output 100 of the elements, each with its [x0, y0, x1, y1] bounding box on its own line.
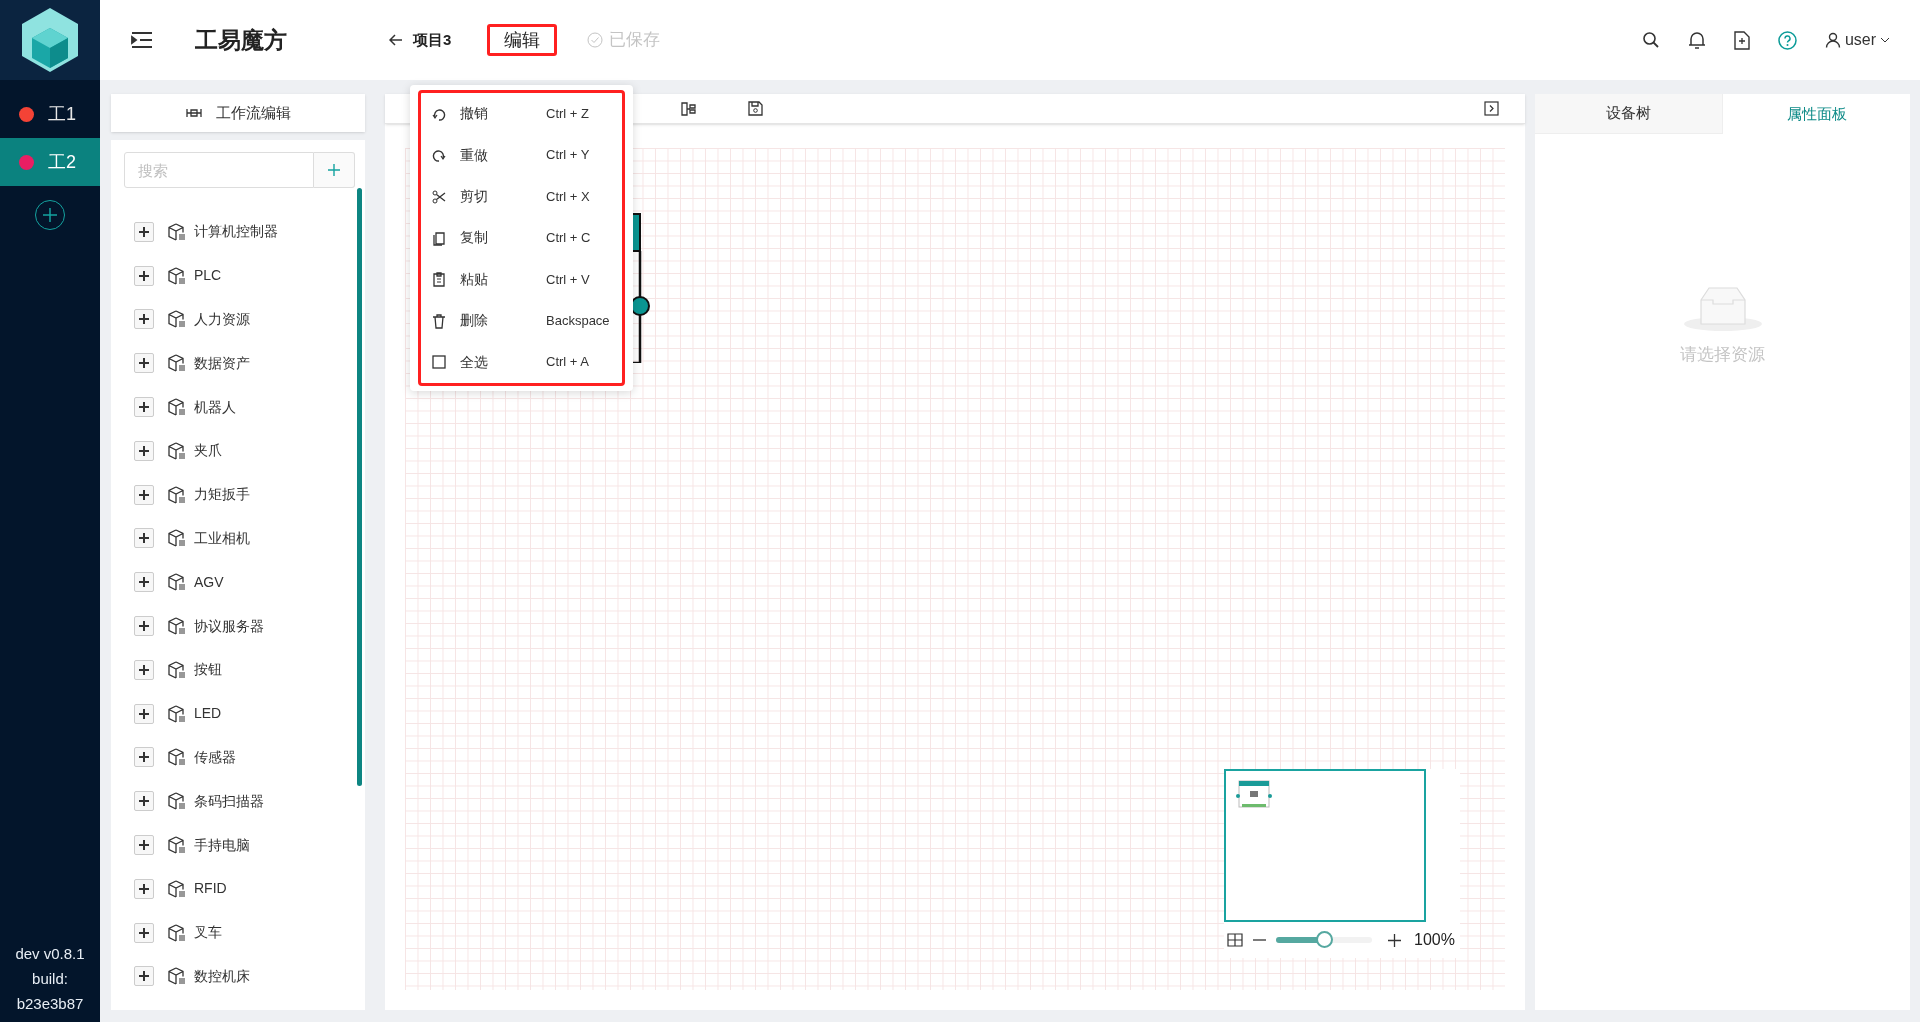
plus-icon — [138, 839, 150, 852]
expand-toggle[interactable] — [134, 353, 154, 374]
plus-icon — [138, 926, 150, 939]
panel-tab[interactable]: 设备树 — [1535, 94, 1723, 134]
expand-toggle[interactable] — [134, 747, 154, 768]
tree-item[interactable]: 数据资产 — [194, 352, 250, 374]
expand-toggle[interactable] — [134, 221, 154, 242]
plus-icon — [42, 207, 58, 223]
expand-toggle[interactable] — [134, 484, 154, 505]
tree-item[interactable]: 按钮 — [194, 659, 222, 681]
tree-item[interactable]: 手持电脑 — [194, 834, 250, 856]
search-icon[interactable] — [1641, 31, 1660, 49]
cube-icon — [168, 485, 186, 504]
cube-icon — [168, 660, 186, 679]
minimap[interactable] — [1224, 769, 1426, 922]
chevron-down-icon — [1880, 37, 1890, 43]
user-icon — [1824, 32, 1841, 48]
expand-toggle[interactable] — [134, 572, 154, 593]
plus-icon — [138, 663, 150, 676]
cube-icon — [168, 792, 186, 811]
cube-icon — [168, 266, 186, 285]
tree-item[interactable]: LED — [194, 703, 222, 725]
cube-icon — [168, 923, 186, 942]
zoom-in-icon[interactable] — [1388, 933, 1401, 947]
cube-icon — [168, 398, 186, 417]
plus-icon — [138, 401, 150, 414]
plus-icon — [138, 576, 150, 589]
tree-item[interactable]: 机器人 — [194, 396, 236, 418]
trash-icon — [431, 312, 447, 329]
menu-item[interactable]: 全选 Ctrl + A — [421, 344, 622, 381]
fit-screen-icon[interactable] — [1227, 933, 1243, 947]
tree-item[interactable]: 协议服务器 — [194, 615, 264, 637]
check-circle-icon — [587, 32, 604, 48]
tree-item[interactable]: 条码扫描器 — [194, 790, 264, 812]
tree-item[interactable]: 夹爪 — [194, 440, 222, 462]
plus-icon — [138, 225, 150, 238]
tree-item[interactable]: 传感器 — [194, 746, 236, 768]
menu-item[interactable]: 复制 Ctrl + C — [421, 219, 622, 256]
expand-toggle[interactable] — [134, 835, 154, 856]
zoom-slider-thumb[interactable] — [1316, 931, 1333, 948]
tree-item[interactable]: 叉车 — [194, 922, 222, 944]
workspace-tab[interactable]: 工2 — [0, 138, 100, 186]
checkbox-icon — [431, 354, 447, 371]
edit-menu-button[interactable]: 编辑 — [487, 24, 558, 56]
workflow-icon — [185, 108, 202, 118]
menu-item[interactable]: 粘贴 Ctrl + V — [421, 261, 622, 298]
scrollbar[interactable] — [357, 188, 362, 786]
expand-toggle[interactable] — [134, 265, 154, 286]
plus-icon — [138, 269, 150, 282]
menu-item[interactable]: 撤销 Ctrl + Z — [421, 95, 622, 132]
expand-toggle[interactable] — [134, 309, 154, 330]
app-title: 工易魔方 — [195, 25, 287, 55]
version-text: build: — [32, 969, 68, 989]
expand-toggle[interactable] — [134, 966, 154, 987]
cube-icon — [168, 441, 186, 460]
menu-icon[interactable] — [131, 31, 153, 49]
plus-icon — [138, 532, 150, 545]
expand-toggle[interactable] — [134, 528, 154, 549]
menu-item[interactable]: 重做 Ctrl + Y — [421, 137, 622, 174]
cube-icon — [168, 748, 186, 767]
expand-toggle[interactable] — [134, 878, 154, 899]
tree-item[interactable]: AGV — [194, 571, 224, 593]
document-icon[interactable] — [1733, 30, 1750, 50]
expand-toggle[interactable] — [134, 791, 154, 812]
expand-toggle[interactable] — [134, 703, 154, 724]
redo-icon — [431, 147, 447, 164]
back-link[interactable]: 项目3 — [389, 28, 452, 52]
expand-toggle[interactable] — [134, 440, 154, 461]
tree-item[interactable]: 人力资源 — [194, 309, 250, 330]
search-field[interactable]: 搜索 — [124, 152, 314, 188]
tree-item[interactable]: 计算机控制器 — [194, 221, 278, 243]
tree-item[interactable]: 力矩扳手 — [194, 484, 250, 506]
help-icon[interactable] — [1777, 30, 1797, 50]
workspace-tab[interactable]: 工1 — [0, 90, 100, 138]
plus-icon — [138, 357, 150, 370]
user-menu[interactable]: user — [1824, 28, 1890, 52]
expand-toggle[interactable] — [134, 659, 154, 680]
layout-icon[interactable] — [681, 102, 696, 116]
plus-icon — [138, 751, 150, 764]
expand-toggle[interactable] — [134, 616, 154, 637]
bell-icon[interactable] — [1687, 30, 1706, 50]
expand-toggle[interactable] — [134, 397, 154, 418]
expand-toggle[interactable] — [134, 922, 154, 943]
panel-toggle-icon[interactable] — [1484, 101, 1499, 116]
tree-item[interactable]: RFID — [194, 878, 227, 900]
plus-icon — [138, 620, 150, 633]
menu-item[interactable]: 剪切 Ctrl + X — [421, 178, 622, 215]
panel-title: 工作流编辑 — [215, 102, 291, 123]
cube-icon — [168, 354, 186, 373]
menu-item[interactable]: 删除 Backspace — [421, 302, 622, 339]
tree-item[interactable]: PLC — [194, 265, 222, 287]
version-text: dev v0.8.1 — [15, 944, 85, 964]
cube-icon — [168, 529, 186, 548]
tree-item[interactable]: 数控机床 — [194, 965, 250, 987]
tree-item[interactable]: 工业相机 — [194, 527, 250, 549]
cube-logo — [19, 6, 81, 74]
cube-icon — [168, 967, 186, 986]
plus-icon — [138, 795, 150, 808]
cube-icon — [168, 704, 186, 723]
save-icon[interactable] — [748, 101, 763, 116]
